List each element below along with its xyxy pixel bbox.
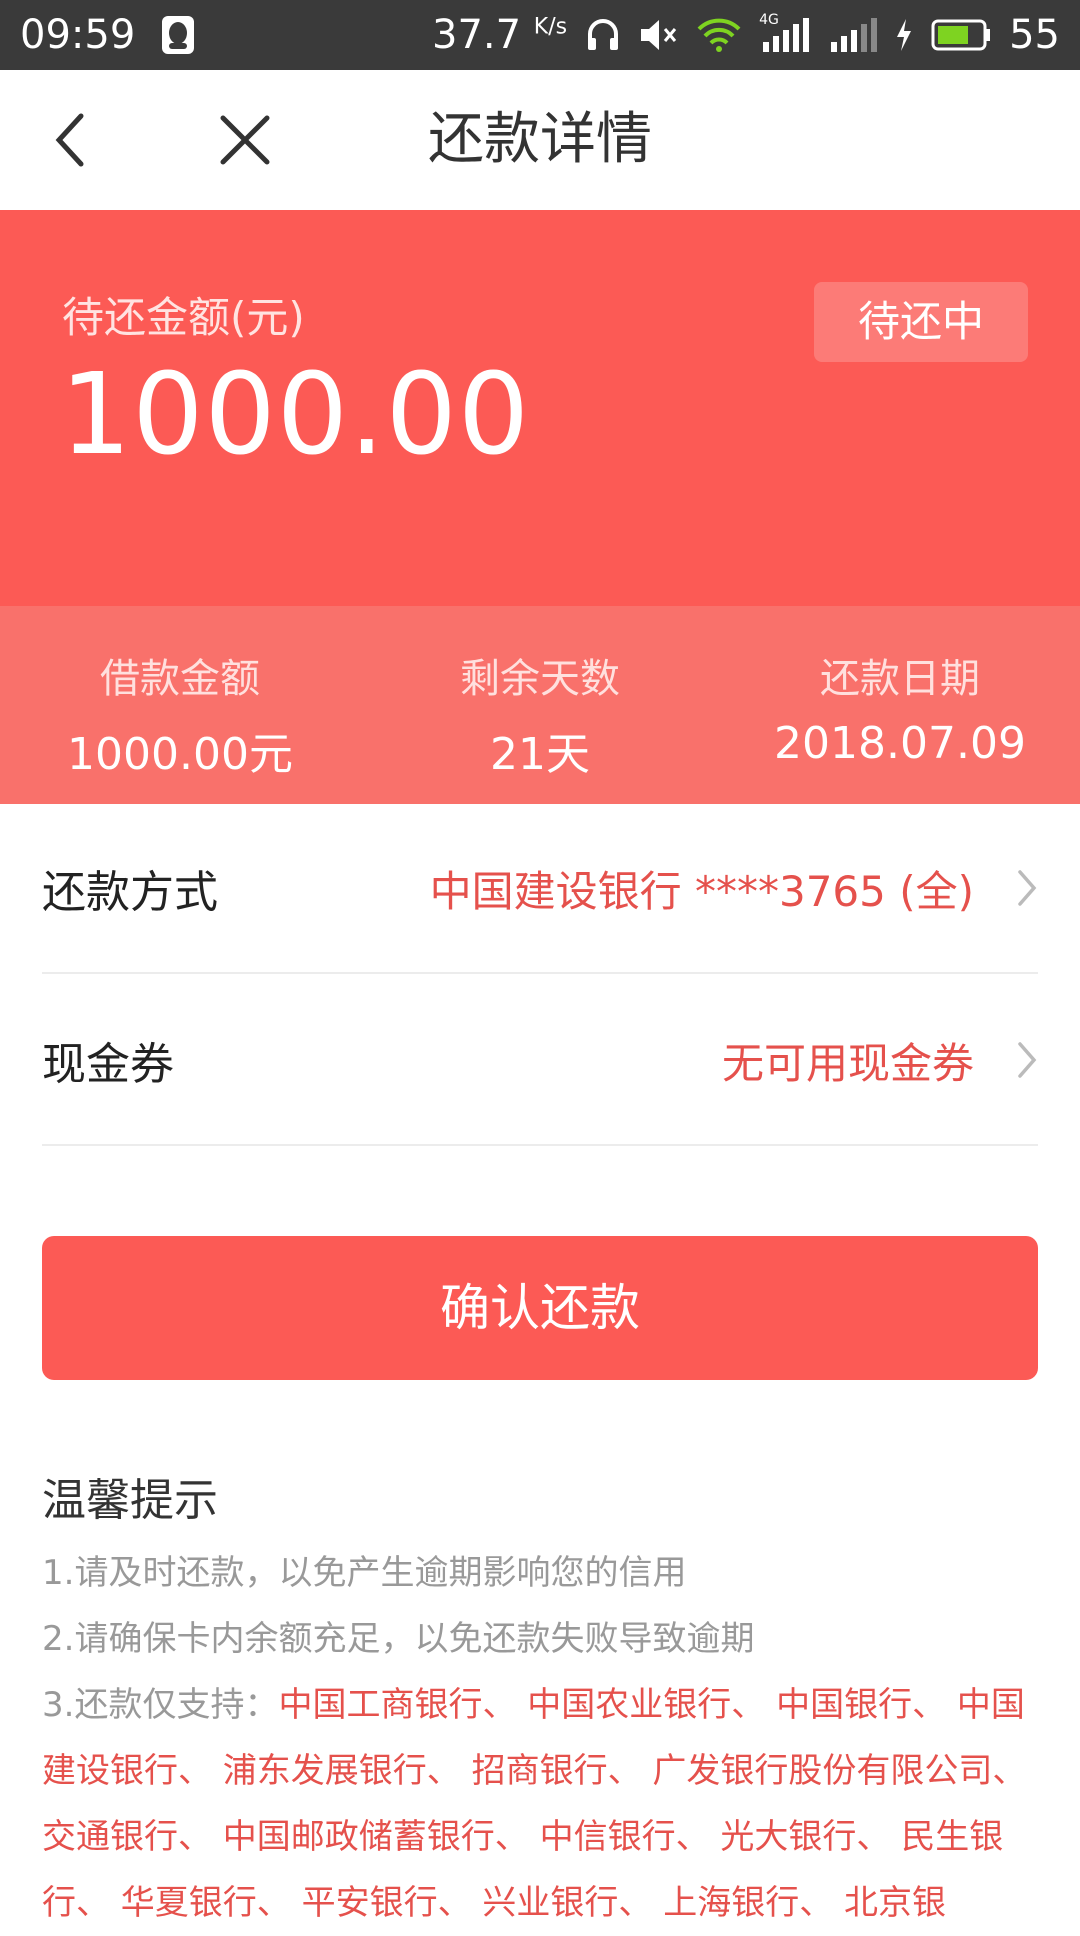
payment-method-value: 中国建设银行 ****3765 (全) bbox=[429, 866, 974, 916]
wifi-icon bbox=[697, 17, 741, 53]
coupon-value: 无可用现金券 bbox=[721, 1038, 974, 1088]
close-icon bbox=[220, 115, 270, 165]
mute-icon bbox=[639, 17, 679, 53]
close-button[interactable] bbox=[210, 105, 280, 175]
headphones-icon bbox=[585, 16, 621, 54]
cellular-signal-icon bbox=[827, 16, 878, 54]
chevron-left-icon bbox=[55, 113, 84, 167]
amount-due-panel: 待还金额(元) 1000.00 待还中 bbox=[0, 210, 1080, 606]
confirm-repayment-button[interactable]: 确认还款 bbox=[42, 1236, 1038, 1380]
stat-label: 剩余天数 bbox=[460, 656, 620, 702]
battery-level: 55 bbox=[1009, 12, 1060, 58]
status-bar: 09:59 37.7 K/s 4G 55 bbox=[0, 0, 1080, 70]
stat-loan-amount: 借款金额 1000.00元 bbox=[0, 606, 360, 804]
tip-item-supported-banks: 3.还款仅支持：中国工商银行、 中国农业银行、 中国银行、 中国建设银行、 浦东… bbox=[42, 1672, 1038, 1936]
nav-bar: 还款详情 bbox=[0, 70, 1080, 211]
back-button[interactable] bbox=[34, 105, 104, 175]
coupon-row[interactable]: 现金券 无可用现金券 bbox=[42, 976, 1038, 1146]
chevron-right-icon bbox=[984, 1040, 1038, 1080]
charging-icon bbox=[895, 18, 913, 52]
payment-method-row[interactable]: 还款方式 中国建设银行 ****3765 (全) bbox=[42, 804, 1038, 974]
amount-due-value: 1000.00 bbox=[60, 350, 531, 480]
stat-value: 21天 bbox=[490, 729, 590, 780]
cellular-type-label: 4G bbox=[759, 12, 779, 28]
amount-due-label: 待还金额(元) bbox=[62, 293, 305, 342]
stat-label: 借款金额 bbox=[100, 656, 260, 702]
tip-item: 1.请及时还款，以免产生逾期影响您的信用 bbox=[42, 1553, 687, 1593]
cellular-4g-icon: 4G bbox=[759, 12, 810, 54]
status-time: 09:59 bbox=[20, 12, 136, 58]
stat-days-remaining: 剩余天数 21天 bbox=[360, 606, 720, 804]
stat-due-date: 还款日期 2018.07.09 bbox=[720, 606, 1080, 804]
coupon-label: 现金券 bbox=[42, 1039, 174, 1090]
status-badge: 待还中 bbox=[814, 282, 1028, 362]
page-title: 还款详情 bbox=[428, 107, 652, 172]
qq-notification-icon bbox=[161, 15, 195, 55]
stat-value: 2018.07.09 bbox=[774, 718, 1026, 769]
stat-label: 还款日期 bbox=[820, 656, 980, 702]
loan-stats: 借款金额 1000.00元 剩余天数 21天 还款日期 2018.07.09 bbox=[0, 606, 1080, 804]
tips-title: 温馨提示 bbox=[42, 1475, 218, 1526]
battery-icon bbox=[931, 18, 991, 52]
tip-item: 2.请确保卡内余额充足，以免还款失败导致逾期 bbox=[42, 1619, 755, 1659]
tip-prefix: 3.还款仅支持： bbox=[42, 1685, 279, 1725]
chevron-right-icon bbox=[984, 868, 1038, 908]
stat-value: 1000.00元 bbox=[67, 729, 293, 780]
payment-method-label: 还款方式 bbox=[42, 867, 218, 918]
network-speed: 37.7 K/s bbox=[432, 12, 568, 58]
